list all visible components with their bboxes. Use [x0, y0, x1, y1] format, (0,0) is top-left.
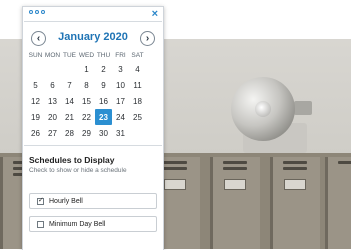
calendar-day[interactable]: 27 — [44, 125, 61, 141]
calendar-day-selected[interactable]: 23 — [95, 109, 112, 125]
weekday-label: SAT — [131, 51, 144, 59]
divider — [24, 21, 162, 22]
menu-dots-icon[interactable] — [29, 10, 45, 14]
calendar-day[interactable]: 16 — [95, 93, 112, 109]
calendar-day[interactable]: 17 — [112, 93, 129, 109]
calendar-day[interactable]: 10 — [112, 77, 129, 93]
weekday-label: THU — [96, 51, 111, 59]
schedule-item-label: Minimum Day Bell — [49, 220, 106, 228]
calendar-header: ‹ January 2020 › — [23, 25, 163, 49]
calendar-day[interactable] — [44, 61, 61, 77]
checkbox-unchecked[interactable] — [37, 220, 44, 228]
schedules-subtitle: Check to show or hide a schedule — [29, 167, 127, 174]
calendar-day[interactable]: 12 — [27, 93, 44, 109]
calendar-day[interactable]: 1 — [78, 61, 95, 77]
prev-month-button[interactable]: ‹ — [31, 31, 46, 46]
schedule-item-label: Hourly Bell — [49, 197, 83, 205]
calendar-day[interactable]: 2 — [95, 61, 112, 77]
calendar-day[interactable]: 3 — [112, 61, 129, 77]
calendar-day[interactable]: 6 — [44, 77, 61, 93]
calendar-day[interactable]: 4 — [129, 61, 146, 77]
close-icon[interactable]: × — [152, 7, 158, 21]
next-month-button[interactable]: › — [140, 31, 155, 46]
calendar-day[interactable] — [129, 125, 146, 141]
calendar-day[interactable] — [61, 61, 78, 77]
calendar-day[interactable]: 26 — [27, 125, 44, 141]
calendar-day[interactable]: 13 — [44, 93, 61, 109]
calendar-day[interactable]: 25 — [129, 109, 146, 125]
calendar-day[interactable]: 11 — [129, 77, 146, 93]
panel-topbar: × — [23, 7, 163, 21]
calendar-day[interactable]: 30 — [95, 125, 112, 141]
weekday-label: MON — [44, 51, 61, 59]
weekday-label: WED — [78, 51, 95, 59]
calendar-day[interactable] — [27, 61, 44, 77]
checkbox-checked[interactable] — [37, 196, 44, 205]
calendar-day[interactable]: 9 — [95, 77, 112, 93]
calendar-day[interactable]: 15 — [78, 93, 95, 109]
calendar-day[interactable]: 28 — [61, 125, 78, 141]
schedule-item-minimum-day-bell[interactable]: Minimum Day Bell — [29, 216, 157, 232]
calendar-day[interactable]: 5 — [27, 77, 44, 93]
divider — [24, 145, 162, 146]
schedules-title: Schedules to Display — [29, 155, 115, 165]
weekday-label: TUE — [63, 51, 76, 59]
calendar-day[interactable]: 8 — [78, 77, 95, 93]
calendar-day[interactable]: 31 — [112, 125, 129, 141]
calendar-day[interactable]: 29 — [78, 125, 95, 141]
calendar-day[interactable]: 24 — [112, 109, 129, 125]
calendar-grid: SUN MON TUE WED THU FRI SAT 1 2 3 4 5 6 — [27, 49, 146, 141]
calendar-day[interactable]: 18 — [129, 93, 146, 109]
bell-cap — [255, 101, 271, 117]
schedule-item-hourly-bell[interactable]: Hourly Bell — [29, 193, 157, 209]
weekday-label: SUN — [28, 51, 43, 59]
calendar-day[interactable]: 19 — [27, 109, 44, 125]
calendar-day[interactable]: 20 — [44, 109, 61, 125]
bell-post — [294, 101, 312, 115]
calendar-day[interactable]: 14 — [61, 93, 78, 109]
calendar-day[interactable]: 21 — [61, 109, 78, 125]
calendar-day[interactable]: 22 — [78, 109, 95, 125]
month-title: January 2020 — [58, 31, 128, 43]
weekday-label: FRI — [115, 51, 126, 59]
schedule-panel: × ‹ January 2020 › SUN MON TUE WED THU F… — [22, 6, 164, 250]
calendar-day[interactable]: 7 — [61, 77, 78, 93]
